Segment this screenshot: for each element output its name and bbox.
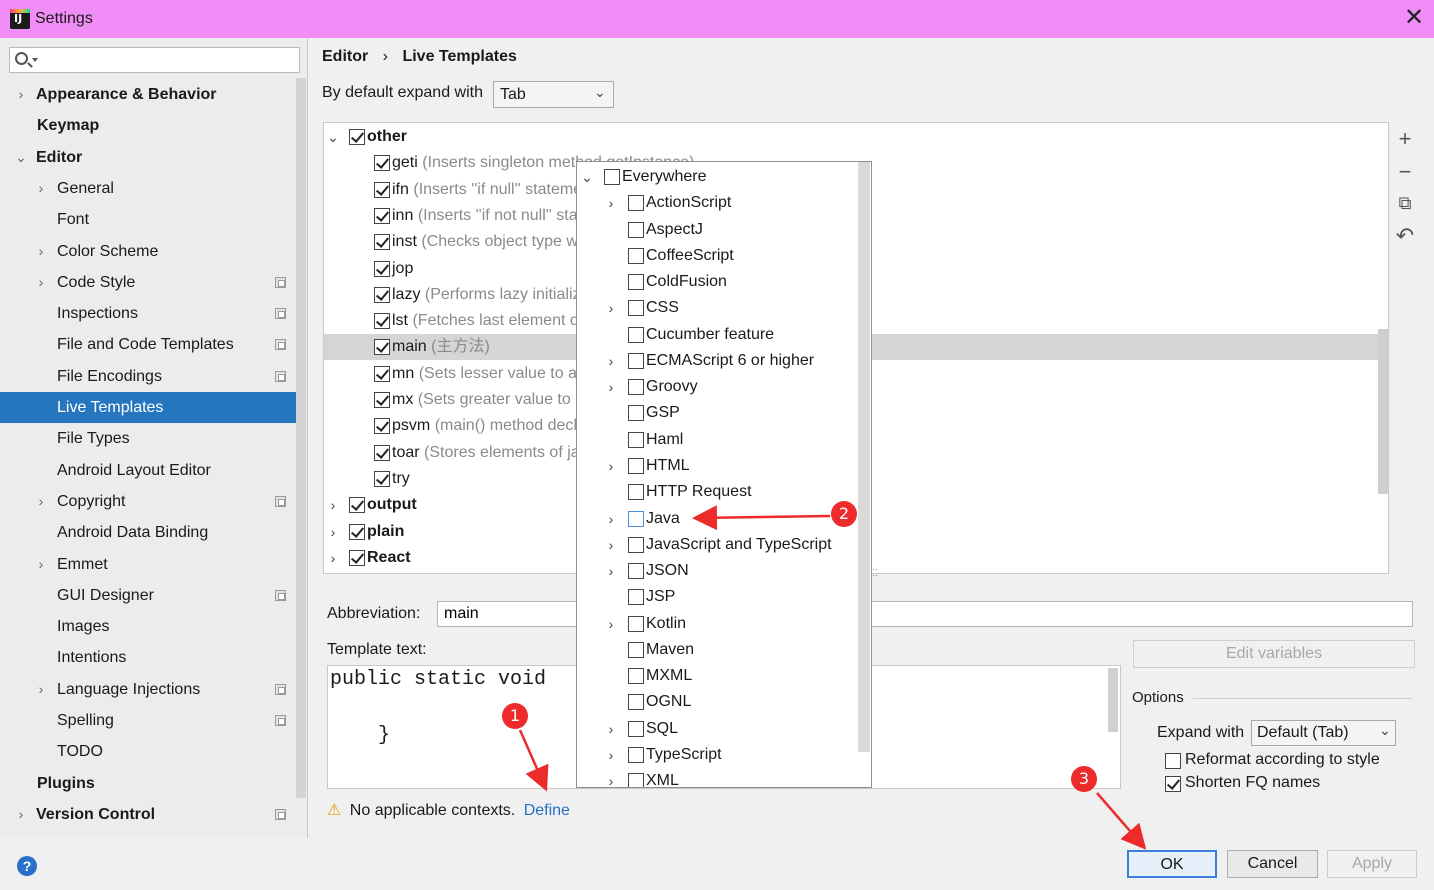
annotation-marker-3: 3 (1071, 766, 1097, 792)
arrow-to-java-context (692, 505, 831, 531)
annotation-marker-2: 2 (831, 501, 857, 527)
arrow-to-ok-button (1096, 792, 1147, 850)
arrow-to-define-link (518, 729, 549, 792)
annotation-marker-1: 1 (502, 703, 528, 729)
annotation-arrows (518, 505, 1147, 850)
